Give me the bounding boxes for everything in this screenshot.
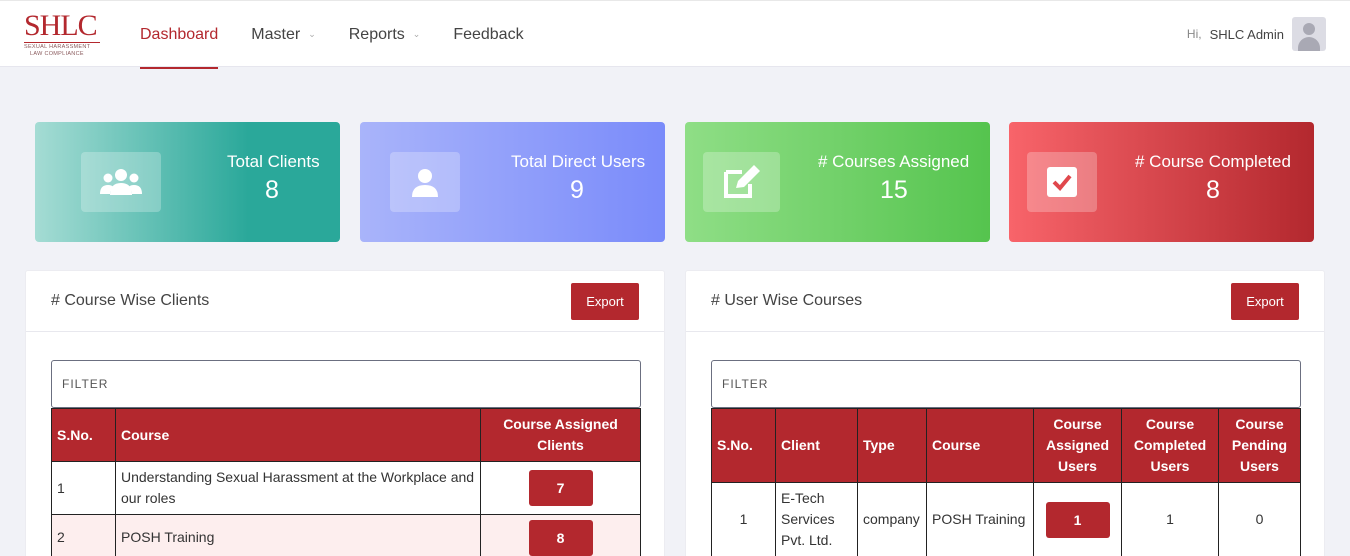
table-header-row: S.No. Client Type Course Course Assigned… <box>711 408 1301 483</box>
nav-dashboard-label: Dashboard <box>140 25 219 43</box>
col-course: Course <box>115 408 481 462</box>
stat-label: # Courses Assigned <box>818 152 970 171</box>
top-header: SHLC SEXUAL HARASSMENT LAW COMPLIANCE Da… <box>0 0 1350 69</box>
stat-value: 15 <box>880 176 908 204</box>
cell-completed: 1 <box>1121 482 1219 556</box>
user-wise-courses-panel: # User Wise Courses Export S.No. Client … <box>685 270 1325 556</box>
filter-input[interactable] <box>711 360 1301 408</box>
panel-header: # User Wise Courses Export <box>686 271 1324 332</box>
chevron-down-icon: ⌄ <box>412 29 421 39</box>
stat-label: Total Clients <box>227 152 320 171</box>
nav-dashboard[interactable]: Dashboard <box>140 1 219 69</box>
col-completed-users: Course Completed Users <box>1121 408 1219 483</box>
table-row: 2 POSH Training 8 <box>51 514 641 556</box>
main-nav: Dashboard Master ⌄ Reports ⌄ Feedback <box>140 1 557 69</box>
greeting: Hi, <box>1186 27 1202 41</box>
stat-value: 8 <box>1206 176 1220 204</box>
col-sno: S.No. <box>711 408 776 483</box>
assigned-count-button[interactable]: 1 <box>1045 501 1110 538</box>
cell-assigned: 1 <box>1033 482 1122 556</box>
cell-pending: 0 <box>1218 482 1301 556</box>
table-row: 1 E-Tech Services Pvt. Ltd. company POSH… <box>711 482 1301 556</box>
user-icon <box>390 152 460 212</box>
logo-text: SHLC <box>24 9 98 42</box>
table-header-row: S.No. Course Course Assigned Clients <box>51 408 641 462</box>
cell-sno: 1 <box>711 482 776 556</box>
user-menu[interactable]: Hi, SHLC Admin <box>1187 17 1326 51</box>
panel-title: # User Wise Courses <box>711 292 863 309</box>
stat-label: Total Direct Users <box>511 152 646 171</box>
stat-label: # Course Completed <box>1135 152 1291 171</box>
col-assigned-clients: Course Assigned Clients <box>480 408 641 462</box>
cell-sno: 1 <box>51 461 116 515</box>
stat-card-total-direct-users: Total Direct Users 9 <box>360 122 665 242</box>
panel-header: # Course Wise Clients Export <box>26 271 664 332</box>
cell-count: 8 <box>480 514 641 556</box>
col-assigned-users: Course Assigned Users <box>1033 408 1122 483</box>
filter-input[interactable] <box>51 360 641 408</box>
cell-client: E-Tech Services Pvt. Ltd. <box>775 482 858 556</box>
user-name: SHLC Admin <box>1209 26 1284 42</box>
nav-feedback-label: Feedback <box>453 25 524 43</box>
nav-master-label: Master <box>251 25 301 43</box>
count-button[interactable]: 7 <box>528 470 593 506</box>
nav-master[interactable]: Master ⌄ <box>251 1 315 68</box>
col-pending-users: Course Pending Users <box>1218 408 1301 483</box>
cell-sno: 2 <box>51 514 116 556</box>
stat-card-total-clients: Total Clients 8 <box>35 122 340 242</box>
stat-value: 9 <box>570 176 584 204</box>
stat-card-course-completed: # Course Completed 8 <box>1009 122 1314 242</box>
col-type: Type <box>857 408 927 483</box>
shlc-logo[interactable]: SHLC SEXUAL HARASSMENT LAW COMPLIANCE <box>24 11 104 57</box>
logo-subtitle-2: LAW COMPLIANCE <box>30 51 84 57</box>
count-button[interactable]: 8 <box>528 519 593 556</box>
logo-subtitle-1: SEXUAL HARASSMENT <box>24 42 100 51</box>
avatar[interactable] <box>1292 17 1326 51</box>
panel-title: # Course Wise Clients <box>51 292 210 309</box>
user-wise-table: S.No. Client Type Course Course Assigned… <box>711 408 1301 556</box>
check-square-icon <box>1027 152 1097 212</box>
cell-course: POSH Training <box>926 482 1034 556</box>
cell-course: Understanding Sexual Harassment at the W… <box>115 461 481 515</box>
col-course: Course <box>926 408 1034 483</box>
nav-reports[interactable]: Reports ⌄ <box>349 1 421 68</box>
course-wise-table: S.No. Course Course Assigned Clients 1 U… <box>51 408 641 556</box>
cell-type: company <box>857 482 927 556</box>
export-button[interactable]: Export <box>1231 283 1299 320</box>
stat-card-courses-assigned: # Courses Assigned 15 <box>685 122 990 242</box>
cell-course: POSH Training <box>115 514 481 556</box>
table-row: 1 Understanding Sexual Harassment at the… <box>51 461 641 515</box>
nav-feedback[interactable]: Feedback <box>453 1 523 68</box>
cell-count: 7 <box>480 461 641 515</box>
col-client: Client <box>775 408 858 483</box>
col-sno: S.No. <box>51 408 116 462</box>
course-wise-clients-panel: # Course Wise Clients Export S.No. Cours… <box>25 270 665 556</box>
export-button[interactable]: Export <box>571 283 639 320</box>
edit-icon <box>703 152 780 212</box>
users-icon <box>81 152 161 212</box>
nav-reports-label: Reports <box>348 25 405 43</box>
chevron-down-icon: ⌄ <box>308 29 316 39</box>
stat-value: 8 <box>265 176 279 204</box>
